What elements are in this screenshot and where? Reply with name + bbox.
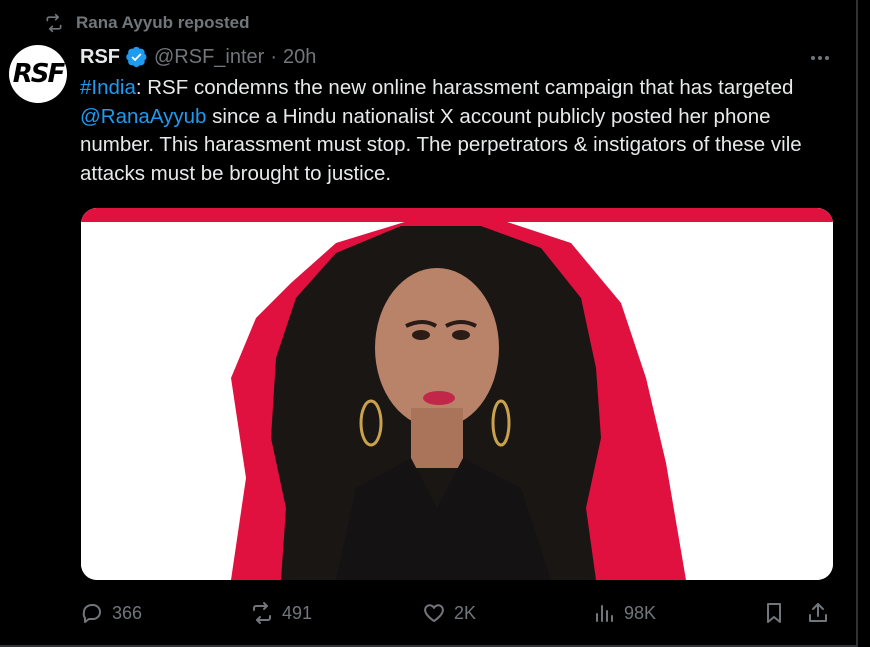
repost-icon (46, 13, 62, 33)
more-options-icon[interactable] (806, 46, 834, 70)
repost-icon (253, 602, 271, 624)
tweet-text: #India: RSF condemns the new online hara… (80, 74, 840, 188)
reply-icon (82, 604, 101, 623)
repost-indicator[interactable]: Rana Ayyub reposted (44, 12, 250, 34)
bookmark-button[interactable] (762, 598, 786, 628)
bookmark-icon (767, 603, 781, 623)
share-button[interactable] (806, 598, 830, 628)
like-count: 2K (454, 602, 477, 623)
repost-count: 491 (282, 602, 313, 623)
share-icon (809, 603, 827, 622)
reply-button[interactable]: 366 (80, 598, 142, 628)
mention-link[interactable]: @RanaAyyub (80, 105, 206, 128)
heart-icon (424, 604, 444, 622)
views-count: 98K (624, 602, 657, 623)
avatar[interactable]: RSF (9, 45, 67, 103)
avatar-logo-text: RSF (12, 59, 65, 89)
author-handle[interactable]: @RSF_inter (154, 46, 264, 69)
like-button[interactable]: 2K (422, 598, 476, 628)
hashtag-link[interactable]: #India (80, 76, 136, 99)
tweet-image[interactable] (81, 208, 833, 580)
repost-button[interactable]: 491 (250, 598, 312, 628)
tweet-card[interactable]: Rana Ayyub reposted RSF RSF @RSF_inter ·… (0, 0, 858, 647)
views-button[interactable]: 98K (592, 598, 656, 628)
author-name[interactable]: RSF (80, 46, 120, 69)
repost-label: Rana Ayyub reposted (76, 13, 250, 32)
action-bar: 366 491 2K 98K (80, 598, 840, 628)
views-bar-chart-icon (596, 605, 613, 622)
verified-badge-icon (126, 46, 147, 68)
reply-count: 366 (112, 602, 143, 623)
separator-dot: · (270, 45, 278, 68)
tweet-header: RSF @RSF_inter · 20h (80, 42, 316, 72)
tweet-text-part1: : RSF condemns the new online harassment… (135, 76, 794, 99)
timestamp[interactable]: 20h (283, 46, 316, 69)
portrait-illustration (81, 208, 833, 580)
